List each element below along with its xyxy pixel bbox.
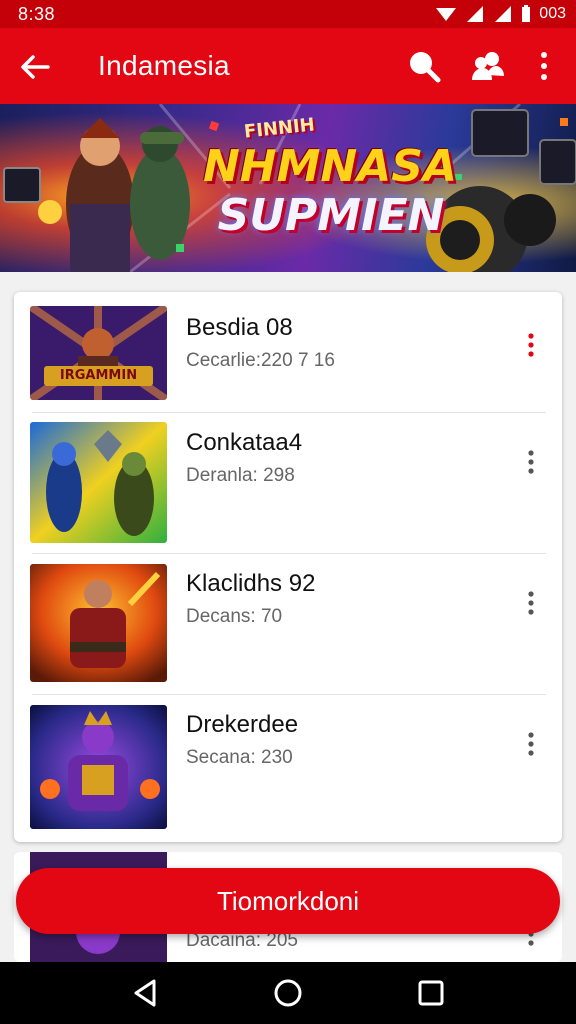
back-arrow-icon[interactable]: [18, 50, 52, 84]
item-subtitle: Secana: 230: [186, 747, 293, 768]
item-subtitle: Decans: 70: [186, 606, 283, 627]
game-thumbnail: [30, 422, 167, 543]
status-time: 8:38: [18, 4, 56, 24]
list-item[interactable]: Klaclidhs 92 Decans: 70: [14, 554, 562, 694]
nav-home-icon[interactable]: [271, 976, 305, 1010]
more-vert-icon[interactable]: [522, 590, 540, 618]
primary-action-button[interactable]: Tiomorkdoni: [16, 868, 560, 934]
more-vert-icon[interactable]: [526, 48, 562, 84]
status-bar: 8:38 003: [0, 0, 576, 28]
signal-icon: [467, 6, 484, 22]
app-bar: Indamesia: [0, 28, 576, 104]
more-vert-icon[interactable]: [522, 930, 540, 958]
group-icon[interactable]: [470, 48, 506, 84]
item-title: Besdia 08: [186, 314, 293, 341]
thumbnail-caption: IRGAMMIN: [59, 368, 138, 383]
banner-title-line2: SUPMIEN: [217, 190, 445, 241]
page-title: Indamesia: [98, 50, 230, 81]
item-title: Klaclidhs 92: [186, 570, 316, 597]
battery-icon: [522, 5, 531, 22]
list-item[interactable]: Conkataa4 Deranla: 298: [14, 413, 562, 553]
list-item[interactable]: IRGAMMIN Besdia 08 Cecarlie:220 7 16: [14, 292, 562, 412]
search-icon[interactable]: [406, 48, 442, 84]
battery-text: 003: [539, 5, 566, 22]
list-item[interactable]: Drekerdee Secana: 230: [14, 695, 562, 842]
more-vert-icon[interactable]: [522, 731, 540, 759]
item-subtitle: Deranla: 298: [186, 465, 295, 486]
more-vert-icon[interactable]: [522, 449, 540, 477]
wifi-icon: [436, 8, 457, 21]
game-thumbnail: [30, 705, 167, 829]
item-title: Conkataa4: [186, 429, 303, 456]
banner-title-line1: NHMNASA: [202, 141, 458, 192]
status-icons: 003: [435, 4, 566, 24]
item-subtitle: Cecarlie:220 7 16: [186, 350, 335, 371]
game-list-card: IRGAMMIN Besdia 08 Cecarlie:220 7 16 Con…: [14, 292, 562, 842]
system-nav-bar: [0, 962, 576, 1024]
game-thumbnail: IRGAMMIN: [30, 306, 167, 400]
promo-banner[interactable]: FINNIH NHMNASA SUPMIEN: [0, 104, 576, 272]
signal-icon-secondary: [495, 6, 512, 22]
nav-recents-icon[interactable]: [414, 976, 448, 1010]
more-vert-icon[interactable]: [522, 332, 540, 360]
game-thumbnail: [30, 564, 167, 682]
item-title: Drekerdee: [186, 711, 299, 738]
nav-back-icon[interactable]: [128, 976, 162, 1010]
